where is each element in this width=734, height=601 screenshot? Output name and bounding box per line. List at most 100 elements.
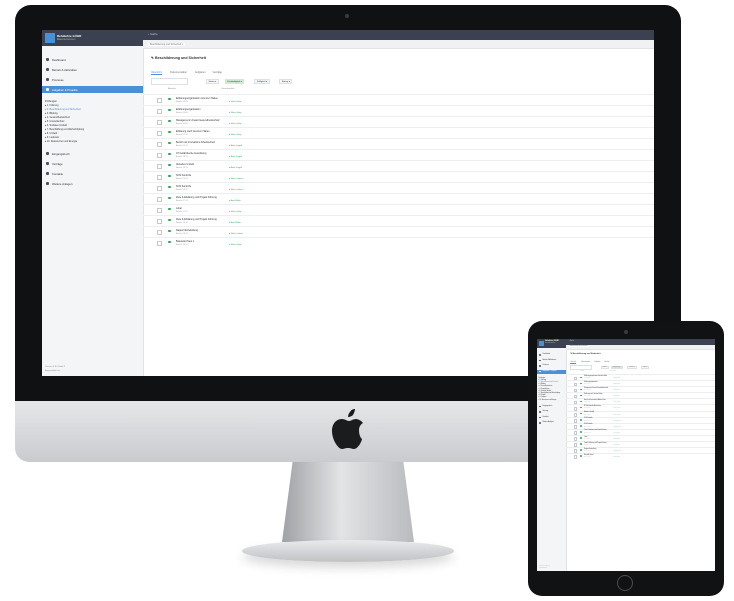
row-checkbox[interactable] — [157, 186, 162, 191]
table-header-activity: Aktivität — [579, 370, 584, 372]
table-row[interactable]: AT Gefahrdende Auswirkung Bericht 18.11 ● … — [143, 149, 654, 160]
sidebar-lower-item-4[interactable]: Weitere Anlagen — [537, 422, 566, 426]
sidebar-lower-item-1[interactable]: Eingangsbuch — [537, 405, 566, 409]
sidebar-lower-item-4[interactable]: Weitere Anlagen — [42, 180, 143, 187]
row-owner: ● Martin Voigt — [229, 133, 242, 136]
sidebar-item-1[interactable]: Dashboard — [537, 353, 566, 357]
table-row[interactable]: Management Umwelt Gesundheitsschutz Beric… — [143, 116, 654, 127]
table-row[interactable]: Baustelle Haus 1 Bericht 20.12 ● Martin Vo… — [143, 237, 654, 248]
sidebar-item-2[interactable]: Betrieb & Aktivitäten — [537, 359, 566, 363]
tree-item[interactable]: ▸ 10. Ressourcen und Energie — [45, 140, 77, 143]
row-checkbox[interactable] — [157, 153, 162, 158]
row-checkbox[interactable] — [157, 241, 162, 246]
filter-1[interactable]: Status ▾ — [206, 78, 219, 84]
row-title: Aktuelles Umfeld — [176, 162, 194, 166]
tab-2[interactable]: Dokumentation — [581, 362, 590, 363]
table-row[interactable]: Baustelle Haus 1 Bericht 20.12 ● Martin Vo… — [566, 452, 715, 460]
tree-item[interactable]: ▸ 2. Beschilderung und Sicherheit — [539, 382, 559, 383]
tree-item[interactable]: ▸ 1. Führung — [539, 380, 546, 381]
row-checkbox[interactable] — [157, 142, 162, 147]
sidebar-item-1[interactable]: Dashboard — [42, 56, 143, 63]
tree-item[interactable]: ▸ 2. Beschilderung und Sicherheit — [45, 108, 81, 111]
tree-item[interactable]: ▸ 7. Beschaffung und Wertschöpfung — [45, 128, 84, 131]
filter-4[interactable]: Rating ▾ — [279, 78, 293, 84]
tree-item[interactable]: ▸ 3. Bildung — [539, 384, 546, 385]
row-subtitle: Bericht 18.11 — [584, 408, 591, 410]
row-checkbox[interactable] — [157, 197, 162, 202]
table-row[interactable]: SOS Kontrolle Bericht 03.12 ● Martin Leitn… — [143, 182, 654, 193]
table-row[interactable]: Erklärung nach Grenzen Halten Bericht 17.… — [143, 127, 654, 138]
table-row[interactable]: Bericht mit Innovations Arbeitsschutz Ber… — [143, 138, 654, 149]
filter-1[interactable]: Status ▾ — [600, 365, 609, 369]
row-checkbox[interactable] — [573, 455, 578, 459]
ipad-screen: Rehdiehre GÜHR Bauunternehmen Dashboard Bet… — [537, 339, 715, 571]
filter-4[interactable]: Rating ▾ — [641, 365, 650, 369]
ipad-home-button[interactable] — [617, 575, 633, 591]
table-row[interactable]: Aktuelles Umfeld Bericht 23.11 ● Anke Jung… — [143, 160, 654, 171]
filter-3[interactable]: Fälligkeit ▾ — [254, 78, 270, 84]
row-checkbox[interactable] — [157, 219, 162, 224]
breadcrumb-tab[interactable]: Beschilderung und Sicherheit × — [568, 345, 590, 347]
tab-1[interactable]: Übersicht — [151, 71, 162, 75]
sidebar-lower-item-1[interactable]: Eingangsbuch — [42, 150, 143, 157]
tree-item[interactable]: ▸ 10. Ressourcen und Energie — [539, 400, 557, 401]
search-input[interactable]: ⌕ Suche — [569, 341, 574, 342]
table-row[interactable]: Erklärungsorganisation Bericht 09.08 ● Mar… — [143, 105, 654, 116]
row-checkbox[interactable] — [157, 109, 162, 114]
table-row[interactable]: SOS Kontrolle Bericht 29.11 ● Martin Leitn… — [143, 171, 654, 182]
row-checkbox[interactable] — [157, 131, 162, 136]
table-row[interactable]: Erklärungsorganisation Grenzen Halten Ber… — [143, 94, 654, 105]
row-checkbox[interactable] — [157, 175, 162, 180]
breadcrumb-tab[interactable]: Beschilderung und Sicherheit × — [148, 42, 186, 46]
row-checkbox[interactable] — [157, 164, 162, 169]
imac-camera — [345, 14, 349, 18]
row-checkbox[interactable] — [157, 98, 162, 103]
tab-4[interactable]: Verträge — [213, 71, 222, 74]
tab-3[interactable]: Aufgaben — [195, 71, 206, 74]
row-checkbox[interactable] — [157, 208, 162, 213]
tree-item[interactable]: ▸ 7. Beschaffung und Wertschöpfung — [539, 393, 560, 394]
tree-item[interactable]: ▸ 3. Bildung — [45, 112, 58, 115]
tab-4[interactable]: Verträge — [604, 362, 609, 363]
row-title: AT Gefahrdende Auswirkung — [176, 151, 207, 155]
tab-3[interactable]: Aufgaben — [595, 362, 601, 363]
tree-item[interactable]: ▸ 6. Soziales Umfeld — [539, 391, 551, 392]
table-row[interactable]: Ziele & Erklärung und Projekt Führung Ber… — [143, 215, 654, 226]
table-row[interactable]: Rapport Entwicklung Bericht 18.12 ● Martin… — [143, 226, 654, 237]
sidebar-item-4[interactable]: Aufgaben & Projekte — [42, 86, 143, 93]
row-title: Erklärungsorganisation Grenzen Halten — [176, 96, 218, 100]
tree-item[interactable]: ▸ 8. Umfeld — [539, 395, 546, 396]
table-row[interactable]: Ziele & Erklärung und Projekt Führung Ber… — [143, 193, 654, 204]
filter-search[interactable] — [570, 365, 592, 371]
top-bar: ⌕ Suche — [143, 30, 654, 40]
sidebar-lower-item-3[interactable]: Kontakte — [537, 416, 566, 420]
tree-item[interactable]: ▸ 6. Soziales Umfeld — [45, 124, 67, 127]
table-row[interactable]: Lokal Bericht 11.12 ● Martin Voigt — [143, 204, 654, 215]
filter-2[interactable]: Zuständigkeit ▾ — [610, 365, 623, 369]
sidebar-item-4[interactable]: Aufgaben & Projekte — [537, 369, 566, 374]
tree-item[interactable]: ▸ 5. Umweltschutz — [539, 389, 550, 390]
tree-item[interactable]: ▸ 8. Umfeld — [45, 132, 57, 135]
row-owner: ● Martin Leitner — [229, 177, 243, 180]
sidebar-item-3[interactable]: Prozesse — [537, 364, 566, 368]
tab-2[interactable]: Dokumentation — [170, 71, 187, 74]
sidebar-item-3[interactable]: Prozesse — [42, 76, 143, 83]
tree-item[interactable]: ▸ 4. Gesundheitsschutz — [45, 116, 70, 119]
imac-stand-foot — [242, 540, 454, 562]
filter-3[interactable]: Fälligkeit ▾ — [627, 365, 637, 369]
row-checkbox[interactable] — [157, 230, 162, 235]
tree-item[interactable]: ▸ 9. Lieferant — [45, 136, 59, 139]
tree-item[interactable]: ▸ 1. Führung — [45, 104, 58, 107]
search-input[interactable]: ⌕ Suche — [148, 33, 158, 36]
tree-item[interactable]: ▸ 9. Lieferant — [539, 397, 547, 398]
sidebar-lower-item-3[interactable]: Kontakte — [42, 170, 143, 177]
sidebar-lower-item-2[interactable]: Verträge — [42, 160, 143, 167]
filter-search[interactable] — [151, 78, 188, 85]
row-checkbox[interactable] — [157, 120, 162, 125]
filter-2[interactable]: Zuständigkeit ▾ — [224, 78, 245, 84]
tree-item[interactable]: ▸ 4. Gesundheitsschutz — [539, 386, 553, 387]
tab-1[interactable]: Übersicht — [570, 362, 577, 364]
sidebar-item-2[interactable]: Betrieb & Aktivitäten — [42, 66, 143, 73]
sidebar-lower-item-2[interactable]: Verträge — [537, 411, 566, 415]
tree-item[interactable]: ▸ 5. Umweltschutz — [45, 120, 64, 123]
